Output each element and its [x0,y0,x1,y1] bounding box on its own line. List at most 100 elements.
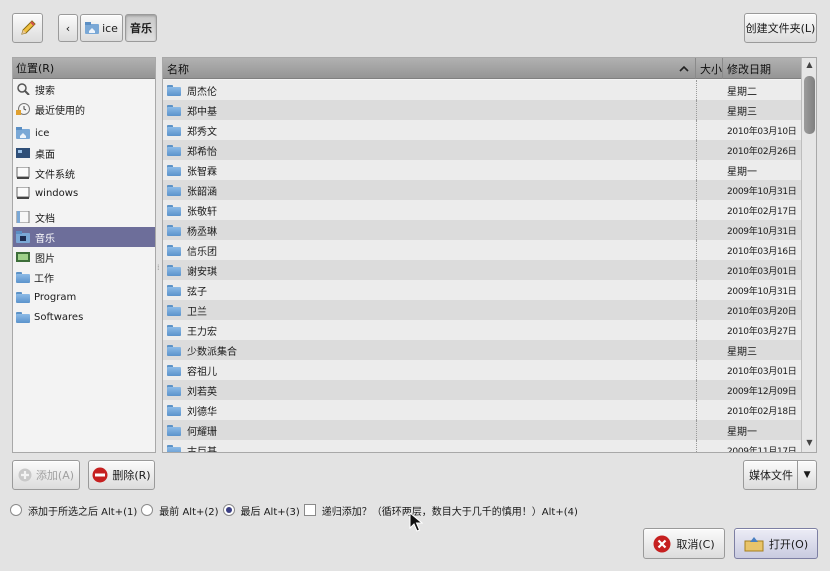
file-size-cell [696,220,723,240]
file-row[interactable]: 张韶涵 2009年10月31日 [163,180,801,200]
music-folder-icon [16,231,30,243]
file-name-cell: 张智霖 [167,160,217,180]
file-size-cell [696,360,723,380]
column-size-label: 大小 [700,62,722,76]
file-size-cell [696,260,723,280]
place-pictures[interactable]: 图片 [13,247,155,267]
scroll-thumb[interactable] [804,76,815,134]
file-row[interactable]: 容祖儿 2010年03月01日 [163,360,801,380]
file-row[interactable]: 王力宏 2010年03月27日 [163,320,801,340]
place-desktop[interactable]: 桌面 [13,143,155,163]
scroll-up-icon[interactable]: ▲ [802,60,816,72]
file-name-cell: 周杰伦 [167,80,217,100]
file-date: 2009年12月09日 [727,386,797,397]
pictures-icon [16,252,30,262]
column-header-size[interactable]: 大小 [696,58,723,79]
file-name: 周杰伦 [187,86,217,98]
file-name-cell: 谢安琪 [167,260,217,280]
option-recursive[interactable]: 递归添加？（循环两层，数目大于几千的慎用！）Alt+(4) [303,503,578,518]
file-row[interactable]: 弦子 2009年10月31日 [163,280,801,300]
new-folder-button[interactable]: 创建文件夹(L) [744,13,817,43]
file-type-filter-select[interactable]: 媒体文件 ▼ [743,460,817,490]
folder-icon [167,84,181,96]
file-row[interactable]: 刘德华 2010年02月18日 [163,400,801,420]
file-row[interactable]: 卫兰 2010年03月20日 [163,300,801,320]
file-row[interactable]: 信乐团 2010年03月16日 [163,240,801,260]
place-filesystem[interactable]: 文件系统 [13,163,155,183]
file-name: 何耀珊 [187,426,217,438]
folder-icon [167,124,181,136]
open-button[interactable]: 打开(O) [734,528,818,559]
file-row[interactable]: 郑秀文 2010年03月10日 [163,120,801,140]
drive-icon [16,187,30,199]
folder-icon [167,224,181,236]
breadcrumb-ice[interactable]: ice [80,14,123,42]
file-size-cell [696,380,723,400]
folder-icon [167,264,181,276]
file-row[interactable]: 刘若英 2009年12月09日 [163,380,801,400]
folder-icon [167,144,181,156]
pane-splitter[interactable]: ⁞ [157,264,160,276]
file-row[interactable]: 张敬轩 2010年02月17日 [163,200,801,220]
file-name: 卫兰 [187,306,207,318]
file-date: 2009年11月17日 [727,446,797,453]
column-header-name[interactable]: 名称 [163,58,696,79]
file-size-cell [696,420,723,440]
option-first[interactable]: 最前 Alt+(2) [141,503,219,518]
new-folder-label: 创建文件夹(L) [745,22,816,35]
file-date: 2010年03月01日 [727,266,797,277]
radio-first[interactable] [141,504,154,516]
column-header-date[interactable]: 修改日期 [723,58,801,79]
place-label: ice [35,127,50,139]
edit-location-button[interactable] [12,13,43,43]
file-name: 谢安琪 [187,266,217,278]
place-windows[interactable]: windows [13,183,155,203]
filter-label: 媒体文件 [749,469,793,482]
file-name-cell: 郑秀文 [167,120,217,140]
file-row[interactable]: 古巨基 2009年11月17日 [163,440,801,453]
file-row[interactable]: 张智霖 星期一 [163,160,801,180]
file-name-cell: 弦子 [167,280,207,300]
file-row[interactable]: 郑希怡 2010年02月26日 [163,140,801,160]
option-last[interactable]: 最后 Alt+(3) [222,503,300,518]
remove-button[interactable]: 删除(R) [88,460,155,490]
file-name-cell: 刘若英 [167,380,217,400]
file-size-cell [696,160,723,180]
file-date: 2010年03月20日 [727,306,797,317]
file-row[interactable]: 杨丞琳 2009年10月31日 [163,220,801,240]
file-row[interactable]: 周杰伦 星期二 [163,80,801,100]
open-icon [744,536,764,551]
breadcrumb-back-button[interactable]: ‹ [58,14,78,42]
add-button[interactable]: 添加(A) [12,460,80,490]
folder-icon [167,364,181,376]
place-music[interactable]: 音乐 [13,227,155,247]
file-list-panel: 名称 大小 修改日期 周杰伦 星期二 郑中基 星期三 郑秀文 2010年03月10日 郑希怡… [162,57,817,453]
scroll-down-icon[interactable]: ▼ [802,438,816,450]
place-work[interactable]: 工作 [13,267,155,287]
place-recent[interactable]: 最近使用的 [13,99,155,119]
file-name-cell: 何耀珊 [167,420,217,440]
radio-after-selected[interactable] [10,504,22,516]
file-row[interactable]: 郑中基 星期三 [163,100,801,120]
vertical-scrollbar[interactable]: ▲ ▼ [801,58,816,452]
place-documents[interactable]: 文档 [13,207,155,227]
place-softwares[interactable]: Softwares [13,307,155,327]
file-size-cell [696,300,723,320]
places-header[interactable]: 位置(R) [13,58,155,79]
place-home[interactable]: ice [13,123,155,143]
option-after-selected[interactable]: 添加于所选之后 Alt+(1) [10,503,137,518]
file-date: 2009年10月31日 [727,286,797,297]
place-label: 工作 [34,273,54,285]
breadcrumb-music[interactable]: 音乐 [125,14,157,42]
checkbox-recursive[interactable] [303,504,316,516]
file-row[interactable]: 何耀珊 星期一 [163,420,801,440]
file-row[interactable]: 少数派集合 星期三 [163,340,801,360]
place-program[interactable]: Program [13,287,155,307]
place-search[interactable]: 搜索 [13,79,155,99]
add-options: 添加于所选之后 Alt+(1) 最前 Alt+(2) 最后 Alt+(3) 递归… [10,502,582,518]
file-date: 2010年03月01日 [727,366,797,377]
radio-last[interactable] [222,504,235,516]
cancel-button[interactable]: 取消(C) [643,528,725,559]
file-size-cell [696,200,723,220]
file-row[interactable]: 谢安琪 2010年03月01日 [163,260,801,280]
